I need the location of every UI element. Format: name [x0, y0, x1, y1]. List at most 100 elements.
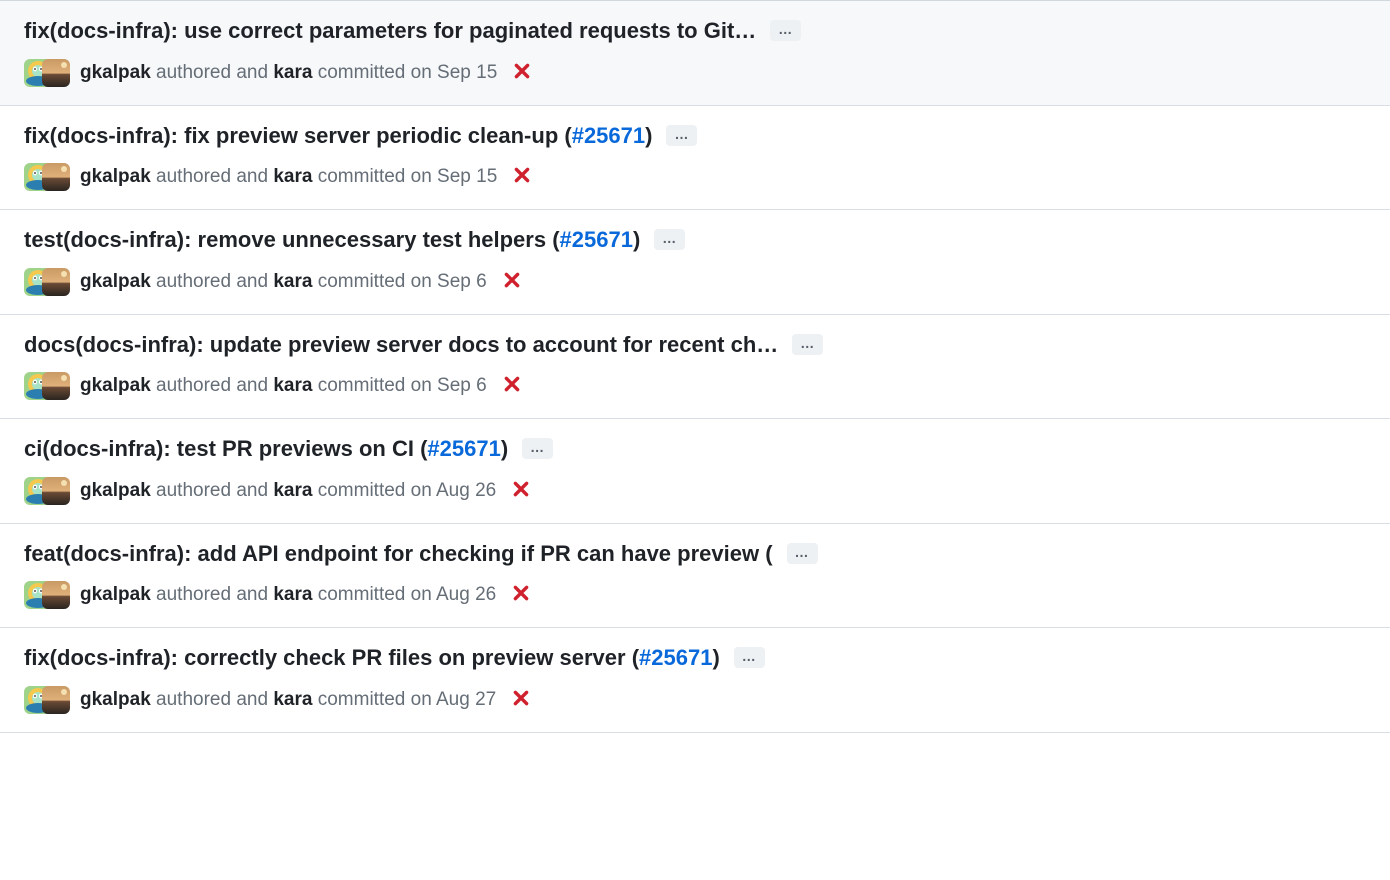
- commit-meta-text: gkalpak authored and kara committed on A…: [80, 689, 496, 711]
- commit-title-text: docs(docs-infra): update preview server …: [24, 332, 756, 357]
- commit-meta-text: gkalpak authored and kara committed on A…: [80, 480, 496, 502]
- commit-date: on Sep 15: [411, 62, 498, 83]
- paren-close: ): [633, 227, 640, 252]
- status-fail-icon[interactable]: [513, 166, 531, 188]
- expand-message-button[interactable]: …: [787, 543, 818, 564]
- commit-title-link[interactable]: docs(docs-infra): update preview server …: [24, 331, 778, 359]
- commit-date: on Aug 26: [411, 480, 497, 501]
- authored-and-text: authored and: [156, 584, 268, 605]
- commit-meta-row: gkalpak authored and kara committed on S…: [24, 372, 1366, 400]
- commit-date: on Sep 15: [411, 166, 498, 187]
- avatar-stack: [24, 686, 70, 714]
- author-link[interactable]: gkalpak: [80, 480, 151, 501]
- pr-reference-link[interactable]: #25671: [572, 123, 645, 148]
- status-fail-icon[interactable]: [503, 375, 521, 397]
- committed-text: committed: [318, 166, 406, 187]
- status-fail-icon[interactable]: [503, 271, 521, 293]
- pr-reference-link[interactable]: #25671: [427, 436, 500, 461]
- commit-title-link[interactable]: fix(docs-infra): use correct parameters …: [24, 17, 756, 45]
- committer-avatar[interactable]: [42, 477, 70, 505]
- commit-title-link[interactable]: fix(docs-infra): correctly check PR file…: [24, 644, 720, 672]
- author-link[interactable]: gkalpak: [80, 62, 151, 83]
- commit-item[interactable]: ci(docs-infra): test PR previews on CI (…: [0, 419, 1390, 524]
- expand-message-button[interactable]: …: [770, 20, 801, 41]
- commit-title-link[interactable]: feat(docs-infra): add API endpoint for c…: [24, 540, 773, 568]
- title-ellipsis: …: [734, 18, 756, 43]
- commit-item[interactable]: fix(docs-infra): fix preview server peri…: [0, 106, 1390, 211]
- avatar-stack: [24, 477, 70, 505]
- committer-link[interactable]: kara: [273, 584, 312, 605]
- commit-list: fix(docs-infra): use correct parameters …: [0, 0, 1390, 733]
- paren-open: (: [564, 123, 571, 148]
- committer-link[interactable]: kara: [273, 480, 312, 501]
- committer-avatar[interactable]: [42, 581, 70, 609]
- committer-avatar[interactable]: [42, 163, 70, 191]
- paren-close: ): [501, 436, 508, 461]
- commit-title-text: test(docs-infra): remove unnecessary tes…: [24, 227, 552, 252]
- committer-avatar[interactable]: [42, 59, 70, 87]
- paren-open: (: [552, 227, 559, 252]
- authored-and-text: authored and: [156, 480, 268, 501]
- avatar-stack: [24, 372, 70, 400]
- expand-message-button[interactable]: …: [654, 229, 685, 250]
- commit-title-text: fix(docs-infra): correctly check PR file…: [24, 645, 632, 670]
- author-link[interactable]: gkalpak: [80, 584, 151, 605]
- author-link[interactable]: gkalpak: [80, 375, 151, 396]
- avatar-stack: [24, 268, 70, 296]
- commit-title-row: ci(docs-infra): test PR previews on CI (…: [24, 435, 1366, 463]
- status-fail-icon[interactable]: [513, 62, 531, 84]
- commit-meta-row: gkalpak authored and kara committed on S…: [24, 163, 1366, 191]
- committer-link[interactable]: kara: [273, 689, 312, 710]
- avatar-stack: [24, 59, 70, 87]
- author-link[interactable]: gkalpak: [80, 689, 151, 710]
- committer-avatar[interactable]: [42, 268, 70, 296]
- expand-message-button[interactable]: …: [734, 647, 765, 668]
- committer-avatar[interactable]: [42, 372, 70, 400]
- authored-and-text: authored and: [156, 689, 268, 710]
- committer-link[interactable]: kara: [273, 375, 312, 396]
- paren-close: ): [712, 645, 719, 670]
- commit-meta-row: gkalpak authored and kara committed on A…: [24, 581, 1366, 609]
- status-fail-icon[interactable]: [512, 584, 530, 606]
- committer-link[interactable]: kara: [273, 166, 312, 187]
- commit-item[interactable]: docs(docs-infra): update preview server …: [0, 315, 1390, 420]
- author-link[interactable]: gkalpak: [80, 271, 151, 292]
- commit-title-row: test(docs-infra): remove unnecessary tes…: [24, 226, 1366, 254]
- pr-reference-link[interactable]: #25671: [560, 227, 633, 252]
- commit-meta-text: gkalpak authored and kara committed on S…: [80, 375, 487, 397]
- authored-and-text: authored and: [156, 166, 268, 187]
- author-link[interactable]: gkalpak: [80, 166, 151, 187]
- committed-text: committed: [318, 480, 406, 501]
- commit-meta-text: gkalpak authored and kara committed on A…: [80, 584, 496, 606]
- expand-message-button[interactable]: …: [522, 438, 553, 459]
- commit-item[interactable]: test(docs-infra): remove unnecessary tes…: [0, 210, 1390, 315]
- committed-text: committed: [318, 584, 406, 605]
- committed-text: committed: [318, 271, 406, 292]
- commit-title-link[interactable]: test(docs-infra): remove unnecessary tes…: [24, 226, 640, 254]
- commit-title-link[interactable]: fix(docs-infra): fix preview server peri…: [24, 122, 652, 150]
- commit-title-link[interactable]: ci(docs-infra): test PR previews on CI (…: [24, 435, 508, 463]
- commit-title-row: fix(docs-infra): fix preview server peri…: [24, 122, 1366, 150]
- authored-and-text: authored and: [156, 375, 268, 396]
- committer-link[interactable]: kara: [273, 62, 312, 83]
- expand-message-button[interactable]: …: [792, 334, 823, 355]
- authored-and-text: authored and: [156, 271, 268, 292]
- commit-title-text: ci(docs-infra): test PR previews on CI: [24, 436, 420, 461]
- avatar-stack: [24, 163, 70, 191]
- status-fail-icon[interactable]: [512, 480, 530, 502]
- paren-open: (: [632, 645, 639, 670]
- status-fail-icon[interactable]: [512, 689, 530, 711]
- committer-link[interactable]: kara: [273, 271, 312, 292]
- authored-and-text: authored and: [156, 62, 268, 83]
- commit-title-row: docs(docs-infra): update preview server …: [24, 331, 1366, 359]
- committer-avatar[interactable]: [42, 686, 70, 714]
- commit-item[interactable]: feat(docs-infra): add API endpoint for c…: [0, 524, 1390, 629]
- commit-item[interactable]: fix(docs-infra): use correct parameters …: [0, 0, 1390, 106]
- avatar-stack: [24, 581, 70, 609]
- commit-title-row: fix(docs-infra): correctly check PR file…: [24, 644, 1366, 672]
- expand-message-button[interactable]: …: [666, 125, 697, 146]
- committed-text: committed: [318, 62, 406, 83]
- commit-item[interactable]: fix(docs-infra): correctly check PR file…: [0, 628, 1390, 733]
- pr-reference-link[interactable]: #25671: [639, 645, 712, 670]
- commit-title-text: fix(docs-infra): fix preview server peri…: [24, 123, 564, 148]
